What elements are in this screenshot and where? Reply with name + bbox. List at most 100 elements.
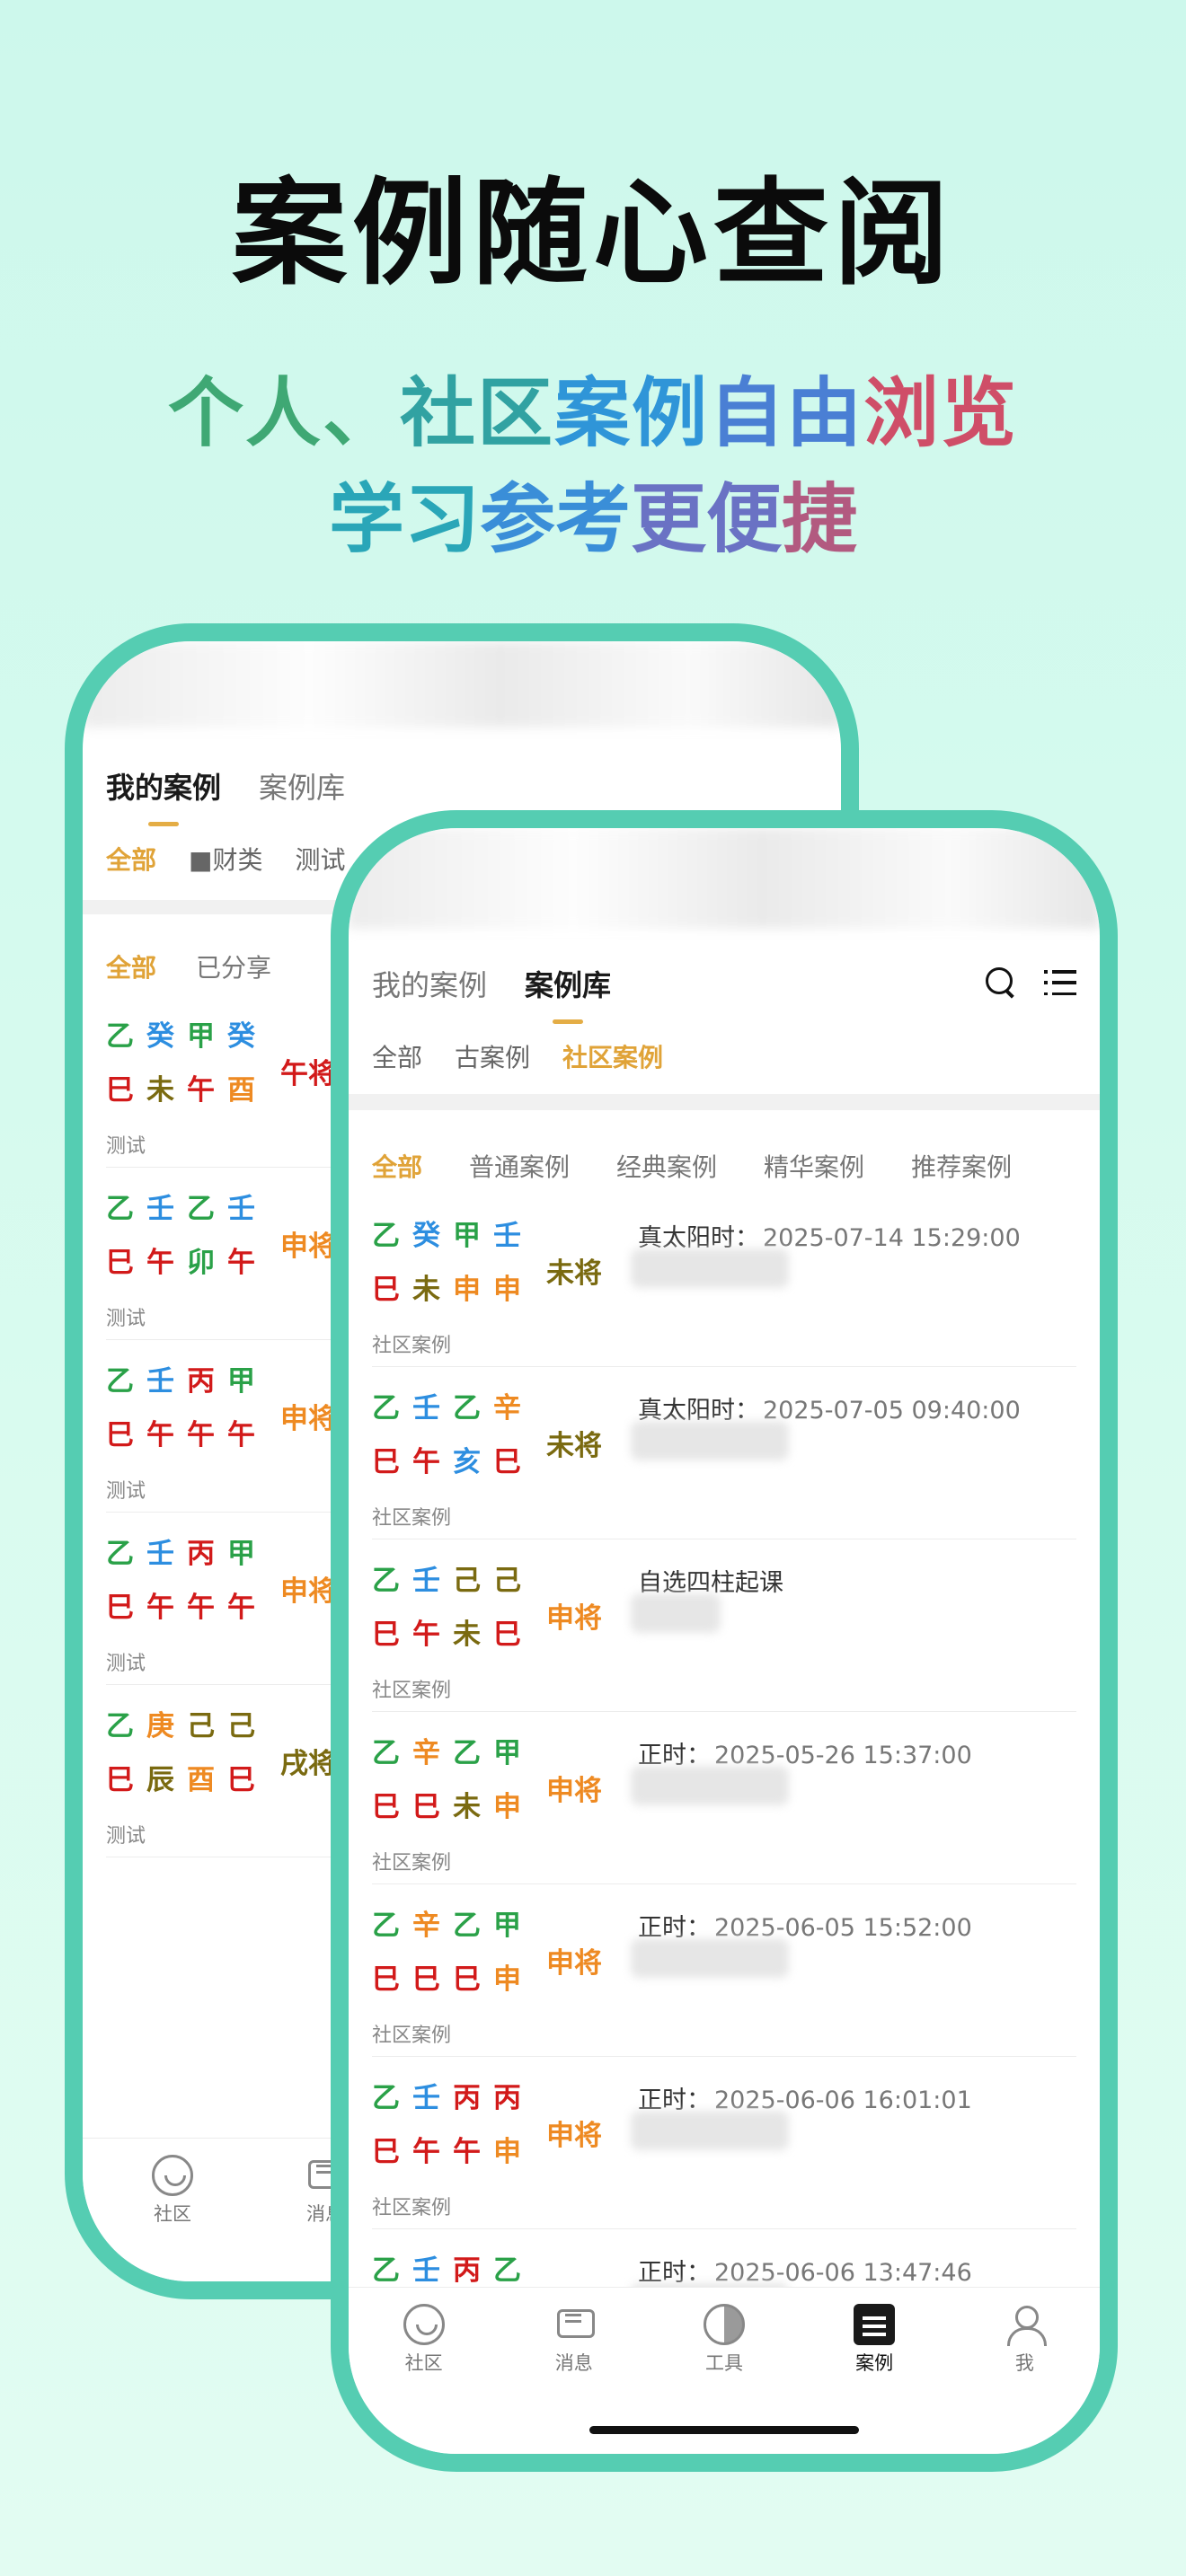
filter-all[interactable]: 全部 [372,1148,422,1184]
blurred-note [631,1766,789,1805]
branch-char: 巳 [372,1791,400,1823]
nav-face[interactable]: 社区 [361,2304,487,2454]
stem-char: 乙 [453,1392,481,1425]
branch-char: 巳 [106,1074,134,1107]
branch-char: 巳 [106,1764,134,1796]
branch-char: 亥 [453,1446,481,1478]
subtab-ancient-cases[interactable]: 古案例 [455,1038,530,1074]
stem-char: 甲 [227,1538,255,1570]
time-value: 2025-07-14 15:29:00 [763,1224,1021,1252]
branch-char: 申 [493,2136,521,2168]
case-row[interactable]: 乙辛乙甲巳巳未申申将 社区案例 正时： 2025-05-26 15:37:00 [372,1712,1076,1884]
tab-my-cases[interactable]: 我的案例 [372,963,487,1004]
subtitle-fragment: 捷 [782,475,858,563]
stem-char: 己 [453,1565,481,1597]
filter-normal[interactable]: 普通案例 [469,1148,570,1184]
list-icon[interactable] [1042,965,1078,1001]
case-tag: 测试 [106,1135,146,1158]
branch-char: 未 [453,1619,481,1651]
stem-char: 乙 [453,1737,481,1769]
branch-char: 酉 [187,1764,215,1796]
case-tag: 社区案例 [372,1507,452,1530]
nav-user[interactable]: 我 [961,2304,1087,2454]
blurred-note [631,2111,789,2150]
case-row[interactable]: 乙癸甲壬巳未申申未将 社区案例 真太阳时： 2025-07-14 15:29:00 [372,1195,1076,1367]
branch-char: 酉 [227,1074,255,1107]
blurred-note [631,1593,721,1633]
ganzhi-grid: 乙壬丙甲巳午午午 [106,1536,268,1626]
nav-label: 工具 [704,2352,743,2374]
front-filters: 全部 普通案例 经典案例 精华案例 推荐案例 [372,1148,1012,1184]
case-row[interactable]: 乙壬乙辛巳午亥巳未将 社区案例 真太阳时： 2025-07-05 09:40:00 [372,1367,1076,1539]
case-row[interactable]: 乙壬己己巳午未巳申将 社区案例 自选四柱起课 [372,1539,1076,1712]
stem-char: 乙 [106,1710,134,1742]
branch-char: 巳 [412,1791,440,1823]
front-phone-frame: 我的案例 案例库 全部 古案例 社区案例 全部 普通案例 经典案例 精华案例 推… [331,810,1118,2472]
nav-community[interactable]: 社区 [110,2155,235,2281]
ganzhi-grid: 乙壬丙甲巳午午午 [106,1363,268,1453]
tab-my-cases[interactable]: 我的案例 [106,765,221,826]
front-phone-screen: 我的案例 案例库 全部 古案例 社区案例 全部 普通案例 经典案例 精华案例 推… [349,828,1100,2454]
branch-char: 卯 [187,1247,215,1279]
stem-char: 丙 [453,2254,481,2287]
subtab-all[interactable]: 全部 [372,1038,422,1074]
branch-char: 巳 [372,1619,400,1651]
general-label: 申将 [546,1947,602,1980]
subtitle-fragment: 个人、 [167,369,400,457]
nav-label: 消息 [554,2352,593,2374]
search-icon[interactable] [983,965,1019,1001]
filter-recommended[interactable]: 推荐案例 [911,1148,1012,1184]
branch-char: 午 [227,1419,255,1451]
branch-char: 午 [453,2136,481,2168]
subtitle-fragment: 更便 [631,475,783,563]
subtab-test[interactable]: 测试 [295,841,345,877]
stem-char: 辛 [412,1910,440,1942]
stem-char: 癸 [412,1220,440,1252]
tab-case-library[interactable]: 案例库 [525,963,611,1024]
filter-all[interactable]: 全部 [106,948,156,984]
stem-char: 乙 [372,2254,400,2287]
subtab-all[interactable]: 全部 [106,841,156,877]
subtitle-fragment: 案例 [553,369,709,457]
filter-classic[interactable]: 经典案例 [616,1148,717,1184]
nav-label: 社区 [404,2352,443,2374]
front-subtabs: 全部 古案例 社区案例 [372,1038,663,1074]
stem-char: 乙 [372,1737,400,1769]
branch-char: 申 [493,1791,521,1823]
branch-char: 巳 [372,1446,400,1478]
status-bar-blurred [349,828,1100,929]
stem-char: 乙 [372,1220,400,1252]
face-icon [403,2304,445,2345]
case-tag: 社区案例 [372,2025,452,2047]
branch-char: 午 [412,1446,440,1478]
filter-essence[interactable]: 精华案例 [764,1148,864,1184]
headline: 案例随心查阅 [231,167,954,301]
subtitle-fragment: 自由 [709,369,864,457]
nav-label: 案例 [855,2352,894,2374]
case-row[interactable]: 乙壬丙丙巳午午申申将 社区案例 正时： 2025-06-06 16:01:01 [372,2057,1076,2229]
ganzhi-grid: 乙癸甲壬巳未申申 [372,1218,534,1308]
subtitle-fragment: 浏览 [863,369,1019,457]
subtab-category[interactable]: ■财类 [189,841,262,877]
tab-case-library[interactable]: 案例库 [259,765,345,807]
stem-char: 壬 [227,1193,255,1225]
case-tag: 测试 [106,1308,146,1330]
branch-char: 午 [146,1419,174,1451]
general-label: 申将 [546,1775,602,1807]
branch-char: 午 [227,1247,255,1279]
general-label: 未将 [546,1257,602,1290]
subtitle-line-1: 个人、社区案例自由浏览 [0,368,1186,458]
branch-char: 巳 [412,1963,440,1996]
stem-char: 甲 [493,1910,521,1942]
branch-char: 午 [146,1592,174,1624]
branch-char: 午 [227,1592,255,1624]
home-indicator [589,2426,859,2434]
branch-char: 申 [493,1274,521,1306]
stem-char: 壬 [146,1538,174,1570]
branch-char: 辰 [146,1764,174,1796]
back-subtabs: 全部 ■财类 测试 [106,841,346,877]
filter-shared[interactable]: 已分享 [196,948,271,984]
subtab-community-cases[interactable]: 社区案例 [562,1038,663,1074]
case-row[interactable]: 乙辛乙甲巳巳巳申申将 社区案例 正时： 2025-06-05 15:52:00 [372,1884,1076,2057]
general-label: 申将 [280,1575,336,1608]
